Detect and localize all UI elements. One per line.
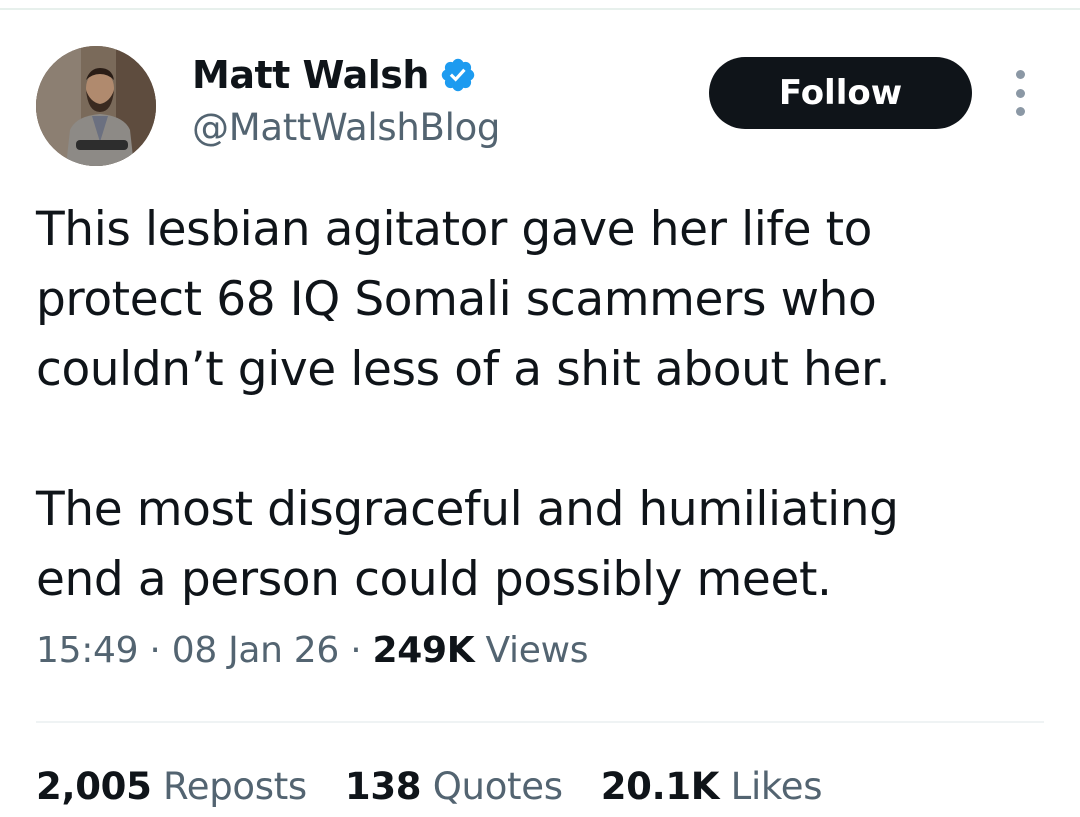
reposts-stat[interactable]: 2,005 Reposts: [36, 765, 307, 808]
quotes-count: 138: [344, 765, 422, 808]
engagement-stats: 2,005 Reposts 138 Quotes 20.1K Likes: [36, 765, 860, 808]
more-dot: [1015, 107, 1025, 116]
stats-divider: [36, 721, 1044, 723]
views-count: 249K: [372, 630, 475, 671]
tweet-paragraph: This lesbian agitator gave her life to p…: [36, 202, 891, 397]
likes-stat[interactable]: 20.1K Likes: [600, 765, 823, 808]
views-label: Views: [485, 630, 589, 671]
reposts-count: 2,005: [36, 765, 152, 808]
avatar[interactable]: [36, 46, 156, 166]
verified-badge-icon: [441, 58, 475, 92]
meta-separator: ·: [149, 630, 161, 671]
tweet-meta: 15:49 · 08 Jan 26 · 249K Views: [36, 630, 588, 671]
more-options-icon[interactable]: [1006, 70, 1034, 116]
reposts-label: Reposts: [163, 765, 307, 808]
top-divider: [0, 8, 1080, 10]
follow-button[interactable]: Follow: [709, 57, 972, 129]
tweet-paragraph: The most disgraceful and humiliating end…: [36, 482, 899, 607]
more-dot: [1015, 70, 1025, 79]
likes-label: Likes: [730, 765, 823, 808]
meta-separator: ·: [350, 630, 362, 671]
quotes-label: Quotes: [432, 765, 563, 808]
profile-photo-icon: [36, 46, 156, 166]
author-name-row: Matt Walsh: [192, 50, 477, 100]
author-handle[interactable]: @MattWalshBlog: [192, 106, 500, 149]
tweet-time[interactable]: 15:49: [36, 630, 139, 671]
tweet-date[interactable]: 08 Jan 26: [172, 630, 340, 671]
likes-count: 20.1K: [600, 765, 720, 808]
author-display-name[interactable]: Matt Walsh: [192, 53, 429, 97]
quotes-stat[interactable]: 138 Quotes: [345, 765, 563, 808]
more-dot: [1015, 88, 1025, 98]
tweet-text: This lesbian agitator gave her life to p…: [36, 195, 1046, 615]
